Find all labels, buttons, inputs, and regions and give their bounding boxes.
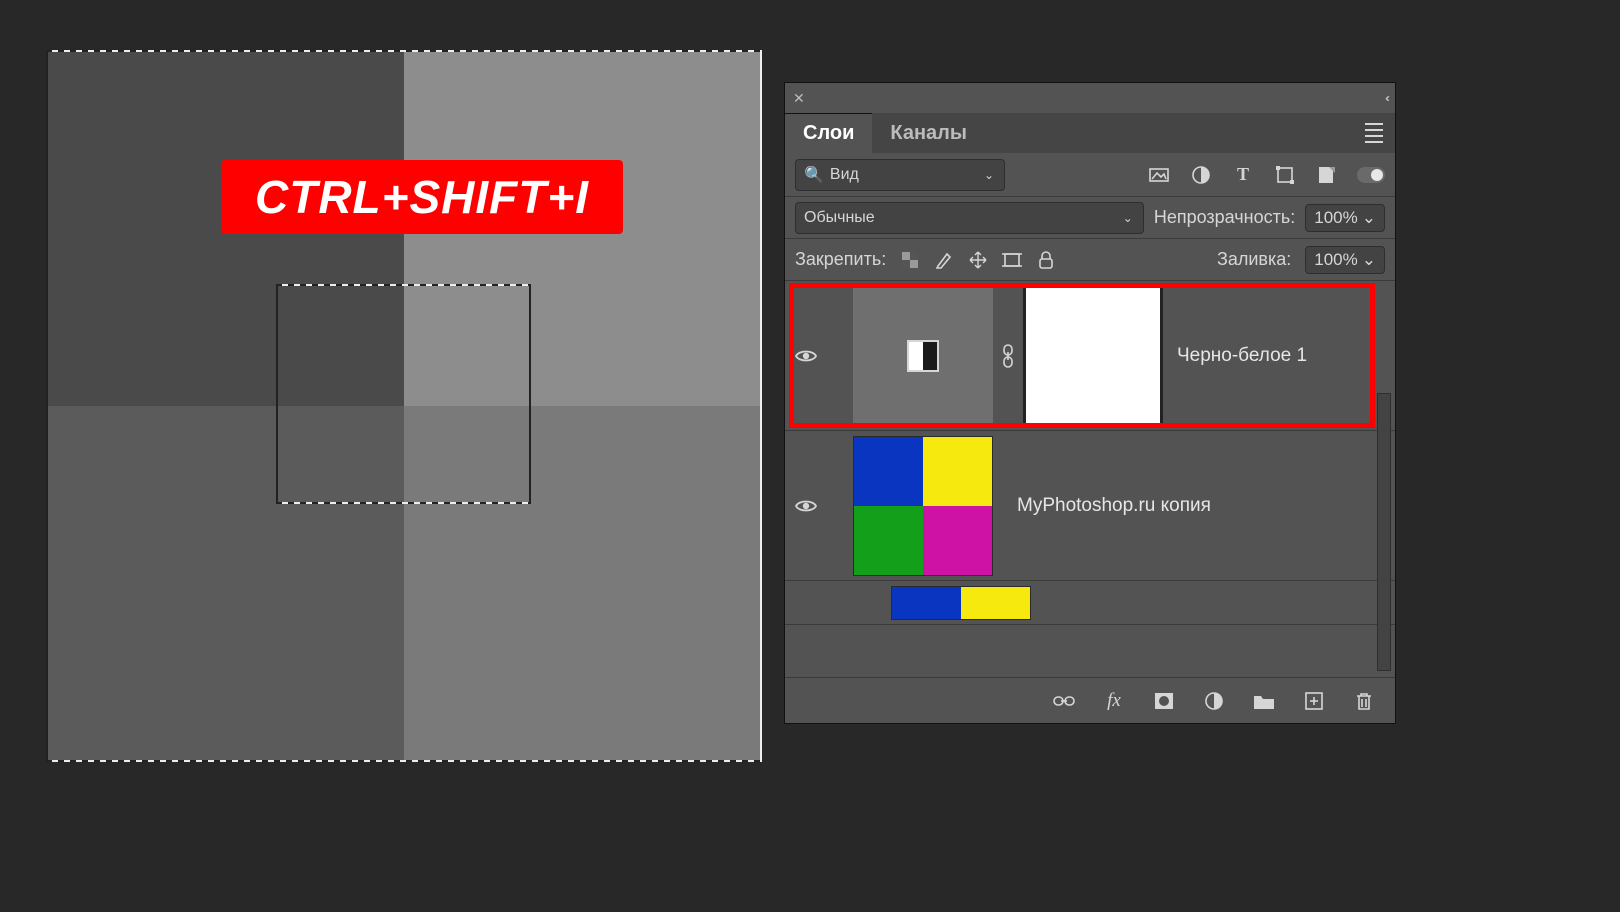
chevron-down-icon: ⌄ <box>984 168 994 182</box>
filter-toggle-switch[interactable] <box>1357 167 1385 183</box>
lock-artboard-icon[interactable] <box>1002 250 1022 270</box>
layer-name[interactable]: Черно-белое 1 <box>1177 345 1307 367</box>
bw-adjustment-icon <box>907 340 939 372</box>
blend-mode-dropdown[interactable]: Обычные ⌄ <box>795 202 1144 234</box>
chevron-down-icon: ⌄ <box>1123 211 1133 225</box>
fill-value: 100% <box>1314 250 1357 270</box>
layer-filter-row: 🔍 Вид ⌄ T <box>785 153 1395 197</box>
opacity-label: Непрозрачность: <box>1154 207 1295 228</box>
layer-name[interactable]: MyPhotoshop.ru копия <box>1017 495 1211 517</box>
blend-mode-label: Обычные <box>804 209 875 227</box>
layer-row-partial[interactable] <box>785 581 1395 625</box>
layer-thumbnail[interactable] <box>891 586 1031 620</box>
layers-list: Черно-белое 1 MyPhotoshop.ru копия <box>785 281 1395 625</box>
panel-tabs: Слои Каналы <box>785 113 1395 153</box>
delete-layer-icon[interactable] <box>1353 690 1375 712</box>
filter-type-icon[interactable]: T <box>1233 165 1253 185</box>
chevron-down-icon: ⌄ <box>1362 250 1376 270</box>
panel-footer: fx <box>785 677 1395 723</box>
link-layers-icon[interactable] <box>1053 690 1075 712</box>
new-group-icon[interactable] <box>1253 690 1275 712</box>
filter-smartobject-icon[interactable] <box>1317 165 1337 185</box>
fill-input[interactable]: 100% ⌄ <box>1305 246 1385 274</box>
search-icon: 🔍 <box>804 165 824 185</box>
canvas-quadrant-br <box>404 406 762 762</box>
canvas-quadrant-bl <box>46 406 404 762</box>
new-adjustment-icon[interactable] <box>1203 690 1225 712</box>
tab-layers[interactable]: Слои <box>785 113 872 153</box>
panel-scrollbar[interactable] <box>1377 393 1391 671</box>
opacity-input[interactable]: 100% ⌄ <box>1305 204 1385 232</box>
lock-pixels-icon[interactable] <box>934 250 954 270</box>
link-mask-icon[interactable] <box>1001 344 1015 368</box>
layers-panel: ✕ ‹‹ Слои Каналы 🔍 Вид ⌄ T <box>784 82 1396 724</box>
lock-all-icon[interactable] <box>1036 250 1056 270</box>
document-canvas[interactable]: CTRL+SHIFT+I <box>46 50 762 762</box>
adjustment-thumbnail[interactable] <box>853 286 993 426</box>
layer-row-adjustment[interactable]: Черно-белое 1 <box>785 281 1395 431</box>
layer-fx-icon[interactable]: fx <box>1103 690 1125 712</box>
lock-row: Закрепить: Заливка: 100% ⌄ <box>785 239 1395 281</box>
filter-adjustment-icon[interactable] <box>1191 165 1211 185</box>
visibility-toggle-icon[interactable] <box>795 348 823 364</box>
filter-kind-label: Вид <box>830 166 859 184</box>
visibility-toggle-icon[interactable] <box>795 498 823 514</box>
panel-collapse-icon[interactable]: ‹‹ <box>1385 91 1387 105</box>
opacity-value: 100% <box>1314 208 1357 228</box>
filter-kind-dropdown[interactable]: 🔍 Вид ⌄ <box>795 159 1005 191</box>
chevron-down-icon: ⌄ <box>1362 208 1376 228</box>
panel-menu-icon[interactable] <box>1365 123 1383 143</box>
lock-position-icon[interactable] <box>968 250 988 270</box>
tab-channels[interactable]: Каналы <box>872 113 985 153</box>
filter-pixel-icon[interactable] <box>1149 165 1169 185</box>
close-icon[interactable]: ✕ <box>793 90 805 107</box>
filter-shape-icon[interactable] <box>1275 165 1295 185</box>
layer-mask-thumbnail[interactable] <box>1023 286 1163 426</box>
layer-thumbnail[interactable] <box>853 436 993 576</box>
panel-titlebar: ✕ ‹‹ <box>785 83 1395 113</box>
shortcut-overlay-badge: CTRL+SHIFT+I <box>221 160 623 234</box>
add-mask-icon[interactable] <box>1153 690 1175 712</box>
lock-transparency-icon[interactable] <box>900 250 920 270</box>
blend-row: Обычные ⌄ Непрозрачность: 100% ⌄ <box>785 197 1395 239</box>
new-layer-icon[interactable] <box>1303 690 1325 712</box>
lock-label: Закрепить: <box>795 249 886 270</box>
fill-label: Заливка: <box>1217 249 1291 270</box>
layer-row-image[interactable]: MyPhotoshop.ru копия <box>785 431 1395 581</box>
